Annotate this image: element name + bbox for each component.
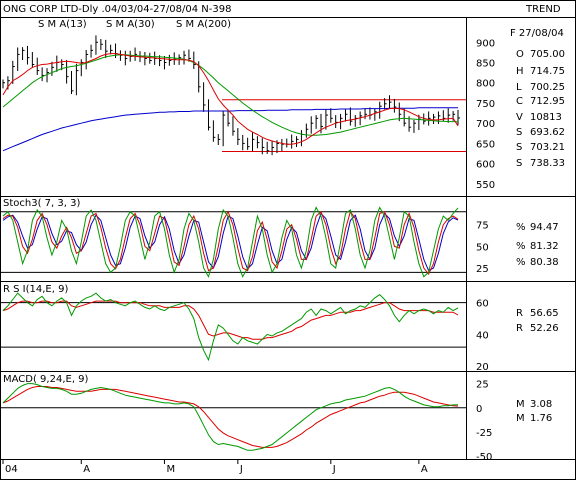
readout-value: 81.32 <box>530 241 559 252</box>
x-tick-label: J <box>332 464 336 475</box>
readout-label: L <box>516 82 522 93</box>
stoch-title: Stoch3( 7, 3, 3) <box>3 198 80 209</box>
legend-sma200: S M A(200) <box>176 19 231 30</box>
y-tick-label: 40 <box>476 330 489 341</box>
readout-value: 738.33 <box>530 158 565 169</box>
y-tick-label: 700 <box>476 119 495 130</box>
readout-label: O <box>516 49 524 60</box>
readout-label: V <box>516 112 523 123</box>
readout-label: R <box>516 323 523 334</box>
y-tick-label: 75 <box>476 221 489 232</box>
y-tick-label: 20 <box>476 362 489 373</box>
readout-value: 693.62 <box>530 127 565 138</box>
readout-value: 80.38 <box>530 257 559 268</box>
legend-sma13: S M A(13) <box>38 19 87 30</box>
rsi-title: R S I(14,E, 9) <box>3 284 68 295</box>
y-tick-label: -25 <box>476 428 492 439</box>
x-tick-label: A <box>421 464 428 475</box>
readout-label: C <box>516 96 523 107</box>
readout-value: 52.26 <box>530 323 559 334</box>
y-tick-label: 850 <box>476 59 495 70</box>
macd-title: MACD( 9,24,E, 9) <box>3 374 89 385</box>
x-tick-label: J <box>239 464 243 475</box>
trend-label: TREND <box>525 4 561 15</box>
y-tick-label: 600 <box>476 160 495 171</box>
date-label: F 27/08/04 <box>510 28 564 39</box>
readout-label: % <box>516 222 526 233</box>
readout-label: S <box>516 158 522 169</box>
y-tick-label: 650 <box>476 139 495 150</box>
readout-label: M <box>516 413 525 424</box>
y-tick-label: 750 <box>476 99 495 110</box>
x-tick-label: M <box>166 464 175 475</box>
readout-label: % <box>516 257 526 268</box>
readout-value: 703.21 <box>530 142 565 153</box>
y-tick-label: 60 <box>476 299 489 310</box>
chart-title: ONG CORP LTD-Dly .04/03/04-27/08/04 N-39… <box>3 4 231 15</box>
readout-label: R <box>516 308 523 319</box>
readout-label: H <box>516 66 524 77</box>
readout-value: 56.65 <box>530 308 559 319</box>
readout-value: 712.95 <box>530 96 565 107</box>
y-tick-label: 0 <box>476 404 482 415</box>
legend-sma30: S M A(30) <box>106 19 155 30</box>
x-tick-label: A <box>83 464 90 475</box>
readout-label: M <box>516 399 525 410</box>
readout-label: S <box>516 142 522 153</box>
readout-value: 700.25 <box>530 82 565 93</box>
readout-value: 705.00 <box>530 49 565 60</box>
readout-label: % <box>516 241 526 252</box>
y-tick-label: 900 <box>476 38 495 49</box>
readout-value: 10813 <box>530 112 562 123</box>
y-tick-label: 50 <box>476 242 489 253</box>
y-tick-label: 550 <box>476 180 495 191</box>
technical-chart: ONG CORP LTD-Dly .04/03/04-27/08/04 N-39… <box>0 0 576 480</box>
readout-value: 1.76 <box>530 413 552 424</box>
readout-label: S <box>516 127 522 138</box>
x-tick-label: 04 <box>5 464 18 475</box>
readout-value: 3.08 <box>530 399 552 410</box>
y-tick-label: 800 <box>476 79 495 90</box>
readout-value: 94.47 <box>530 222 559 233</box>
y-tick-label: -50 <box>476 452 492 463</box>
readout-value: 714.75 <box>530 66 565 77</box>
y-tick-label: 25 <box>476 380 489 391</box>
y-tick-label: 25 <box>476 264 489 275</box>
